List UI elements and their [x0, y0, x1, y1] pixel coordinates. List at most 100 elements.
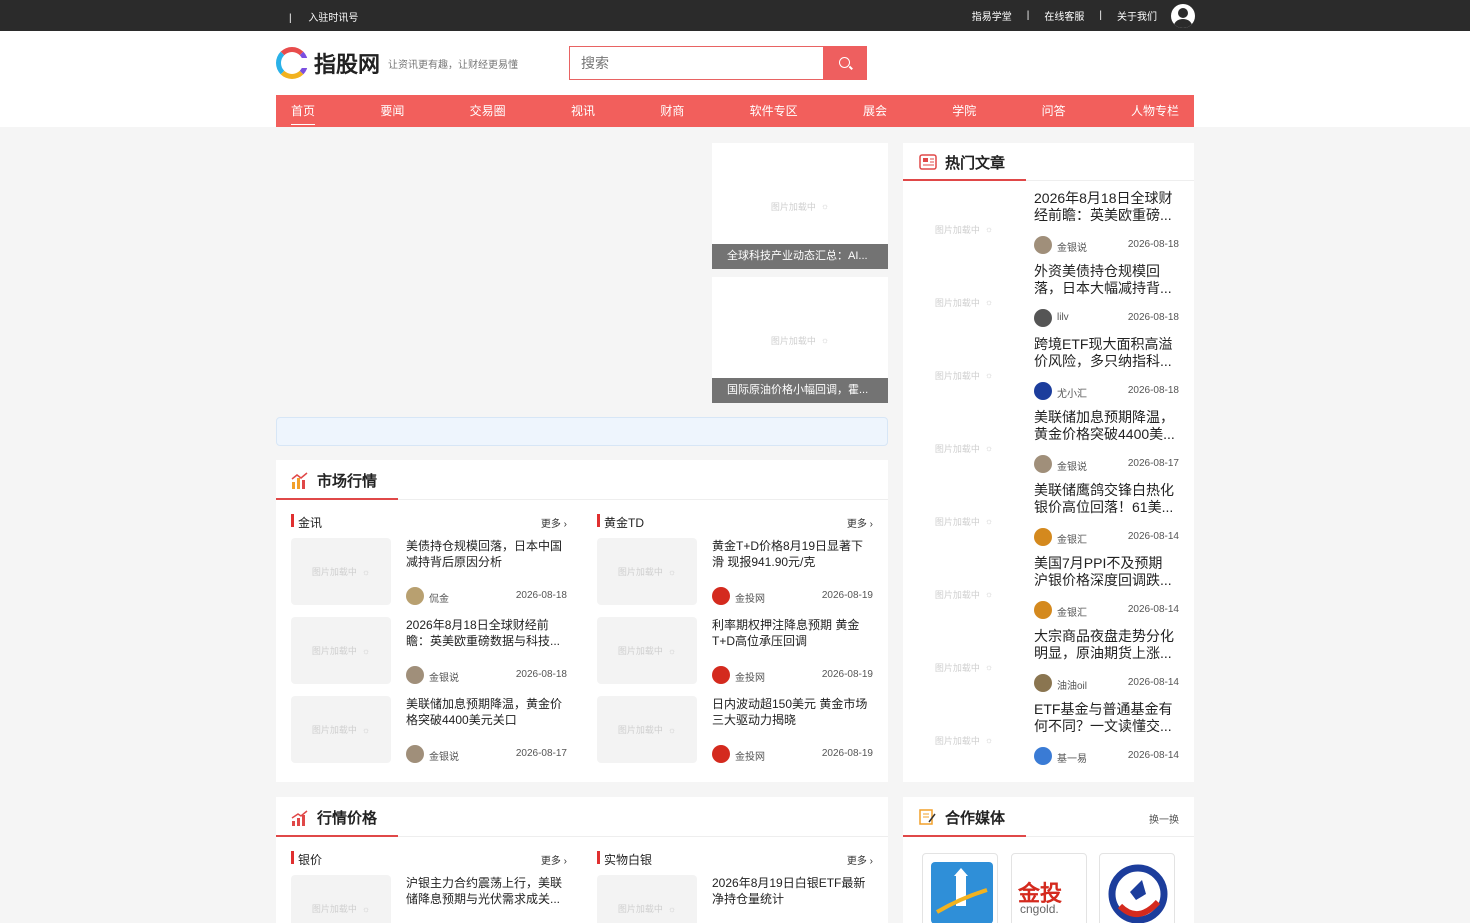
author-name[interactable]: 金银说: [1057, 458, 1087, 473]
article-meta: 金银说 2026-08-18: [1034, 236, 1179, 254]
hot-article-item[interactable]: 图片加载中 ☼ 外资美债持仓规模回落，日本大幅减持背... lilv 2026-…: [903, 263, 1194, 336]
hot-article-item[interactable]: 图片加载中 ☼ 美联储鹰鸽交锋白热化 银价高位回落！61美... 金银汇 202…: [903, 482, 1194, 555]
article-title[interactable]: 跨境ETF现大面积高溢价风险，多只纳指科...: [1034, 336, 1179, 370]
article-title[interactable]: ETF基金与普通基金有何不同？一文读懂交...: [1034, 701, 1179, 735]
hot-article-item[interactable]: 图片加载中 ☼ 美国7月PPI不及预期 沪银价格深度回调跌... 金银汇 202…: [903, 555, 1194, 628]
article-title[interactable]: 2026年8月18日全球财经前瞻：英美欧重磅...: [1034, 190, 1179, 224]
article-title[interactable]: 沪银主力合约震荡上行，美联储降息预期与光伏需求成关...: [406, 875, 566, 907]
more-link[interactable]: 更多 ›: [847, 852, 873, 867]
author-name[interactable]: 基一易: [1057, 750, 1087, 765]
author-name[interactable]: lilv: [1057, 312, 1069, 323]
author-name[interactable]: 金银说: [429, 748, 459, 763]
partner-logo-lighthouse[interactable]: [922, 853, 998, 923]
author-name[interactable]: 油油oil: [1057, 677, 1087, 692]
switch-button[interactable]: 换一换: [1149, 811, 1179, 826]
article-thumbnail: 图片加载中 ☼: [291, 875, 391, 923]
article-title[interactable]: 美联储加息预期降温，黄金价格突破4400美...: [1034, 409, 1179, 443]
article-title[interactable]: 外资美债持仓规模回落，日本大幅减持背...: [1034, 263, 1179, 297]
nav-item-people[interactable]: 人物专栏: [1131, 95, 1179, 127]
article-card[interactable]: 图片加载中 ☼ 黄金T+D价格8月19日显著下滑 现报941.90元/克 金投网…: [597, 538, 873, 605]
article-card[interactable]: 图片加载中 ☼ 美债持仓规模回落，日本中国减持背后原因分析 侃金 2026-08…: [291, 538, 567, 605]
author-name[interactable]: 金投网: [735, 590, 765, 605]
article-meta: 尤小汇 2026-08-18: [1034, 382, 1179, 400]
nav-item-finance[interactable]: 财商: [660, 95, 684, 127]
author-name[interactable]: 金银说: [429, 669, 459, 684]
article-thumbnail: 图片加载中 ☼: [911, 636, 1017, 698]
nav-item-home[interactable]: 首页: [291, 95, 316, 127]
article-card[interactable]: 图片加载中 ☼ 2026年8月19日白银ETF最新净持仓量统计: [597, 875, 873, 923]
article-title[interactable]: 日内波动超150美元 黄金市场三大驱动力揭晓: [712, 696, 872, 728]
article-title[interactable]: 大宗商品夜盘走势分化明显，原油期货上涨...: [1034, 628, 1179, 662]
newspaper-icon: [919, 154, 937, 170]
article-date: 2026-08-17: [1127, 458, 1179, 469]
separator: |: [289, 13, 292, 24]
author-avatar: [1034, 455, 1052, 473]
article-date: 2026-08-14: [1127, 604, 1179, 615]
title-underline: [903, 179, 1026, 181]
user-avatar-icon[interactable]: [1171, 3, 1195, 28]
author-name[interactable]: 侃金: [429, 590, 449, 605]
article-title[interactable]: 利率期权押注降息预期 黄金T+D高位承压回调: [712, 617, 872, 649]
nav-item-qa[interactable]: 问答: [1042, 95, 1066, 127]
author-name[interactable]: 金银说: [1057, 239, 1087, 254]
article-title[interactable]: 黄金T+D价格8月19日显著下滑 现报941.90元/克: [712, 538, 872, 570]
article-title[interactable]: 2026年8月18日全球财经前瞻：英美欧重磅数据与科技...: [406, 617, 566, 649]
main-nav: 首页 要闻 交易圈 视讯 财商 软件专区 展会 学院 问答 人物专栏: [276, 95, 1194, 127]
hot-article-item[interactable]: 图片加载中 ☼ 2026年8月18日全球财经前瞻：英美欧重磅... 金银说 20…: [903, 190, 1194, 263]
more-link[interactable]: 更多 ›: [847, 515, 873, 530]
nav-item-software[interactable]: 软件专区: [750, 95, 798, 127]
author-name[interactable]: 尤小汇: [1057, 385, 1087, 400]
more-link[interactable]: 更多 ›: [541, 852, 567, 867]
author-name[interactable]: 金银汇: [1057, 604, 1087, 619]
article-title[interactable]: 美联储加息预期降温，黄金价格突破4400美元关口: [406, 696, 566, 728]
hot-article-item[interactable]: 图片加载中 ☼ 美联储加息预期降温，黄金价格突破4400美... 金银说 202…: [903, 409, 1194, 482]
partner-logo-cngold[interactable]: 金投 cngold.: [1011, 853, 1087, 923]
article-date: 2026-08-14: [1127, 531, 1179, 542]
more-link[interactable]: 更多 ›: [541, 515, 567, 530]
hot-article-item[interactable]: 图片加载中 ☼ 大宗商品夜盘走势分化明显，原油期货上涨... 油油oil 202…: [903, 628, 1194, 701]
nav-item-trading-circle[interactable]: 交易圈: [470, 95, 506, 127]
about-us-link[interactable]: 关于我们: [1117, 8, 1157, 23]
nav-item-academy[interactable]: 学院: [952, 95, 976, 127]
sub-header: 银价 更多 ›: [291, 850, 567, 867]
article-title[interactable]: 美国7月PPI不及预期 沪银价格深度回调跌...: [1034, 555, 1179, 589]
sub-header-bar: [597, 514, 600, 527]
site-logo[interactable]: 指股网 让资讯更有趣，让财经更易懂: [276, 47, 518, 79]
search-button[interactable]: [823, 46, 867, 80]
author-name[interactable]: 金投网: [735, 669, 765, 684]
article-title[interactable]: 美联储鹰鸽交锋白热化 银价高位回落！61美...: [1034, 482, 1179, 516]
slide-caption[interactable]: 全球科技产业动态汇总：AI...: [712, 244, 888, 269]
nav-item-video[interactable]: 视讯: [571, 95, 595, 127]
sub-title: 实物白银: [604, 853, 653, 867]
partner-media-panel: 合作媒体 换一换 金投 cngold.: [903, 797, 1194, 923]
nav-item-news[interactable]: 要闻: [380, 95, 404, 127]
slide-caption[interactable]: 国际原油价格小幅回调，霍...: [712, 378, 888, 403]
hot-article-item[interactable]: 图片加载中 ☼ 跨境ETF现大面积高溢价风险，多只纳指科... 尤小汇 2026…: [903, 336, 1194, 409]
featured-slide[interactable]: 图片加载中 ☼ 全球科技产业动态汇总：AI...: [712, 143, 888, 269]
join-link[interactable]: 入驻时讯号: [308, 13, 358, 24]
article-card[interactable]: 图片加载中 ☼ 美联储加息预期降温，黄金价格突破4400美元关口 金银说 202…: [291, 696, 567, 763]
nav-item-exhibition[interactable]: 展会: [863, 95, 887, 127]
article-title[interactable]: 2026年8月19日白银ETF最新净持仓量统计: [712, 875, 872, 907]
online-service-link[interactable]: 在线客服: [1044, 8, 1084, 23]
article-card[interactable]: 图片加载中 ☼ 2026年8月18日全球财经前瞻：英美欧重磅数据与科技... 金…: [291, 617, 567, 684]
trend-chart-icon: [291, 810, 308, 826]
article-meta: 金银说 2026-08-17: [406, 745, 567, 763]
article-date: 2026-08-14: [1127, 750, 1179, 761]
article-card[interactable]: 图片加载中 ☼ 沪银主力合约震荡上行，美联储降息预期与光伏需求成关...: [291, 875, 567, 923]
article-card[interactable]: 图片加载中 ☼ 日内波动超150美元 黄金市场三大驱动力揭晓 金投网 2026-…: [597, 696, 873, 763]
featured-slide[interactable]: 图片加载中 ☼ 国际原油价格小幅回调，霍...: [712, 277, 888, 403]
author-name[interactable]: 金银汇: [1057, 531, 1087, 546]
hot-article-item[interactable]: 图片加载中 ☼ ETF基金与普通基金有何不同？一文读懂交... 基一易 2026…: [903, 701, 1194, 774]
author-name[interactable]: 金投网: [735, 748, 765, 763]
academy-link[interactable]: 指易学堂: [972, 8, 1012, 23]
article-meta: 基一易 2026-08-14: [1034, 747, 1179, 765]
article-title[interactable]: 美债持仓规模回落，日本中国减持背后原因分析: [406, 538, 566, 570]
article-card[interactable]: 图片加载中 ☼ 利率期权押注降息预期 黄金T+D高位承压回调 金投网 2026-…: [597, 617, 873, 684]
author-avatar: [1034, 747, 1052, 765]
panel-header: 合作媒体 换一换: [903, 797, 1194, 837]
search-input[interactable]: [569, 46, 823, 80]
article-thumbnail: 图片加载中 ☼: [597, 538, 697, 605]
partner-logo-circle[interactable]: [1099, 853, 1175, 923]
logo-slogan: 让资讯更有趣，让财经更易懂: [388, 59, 519, 71]
